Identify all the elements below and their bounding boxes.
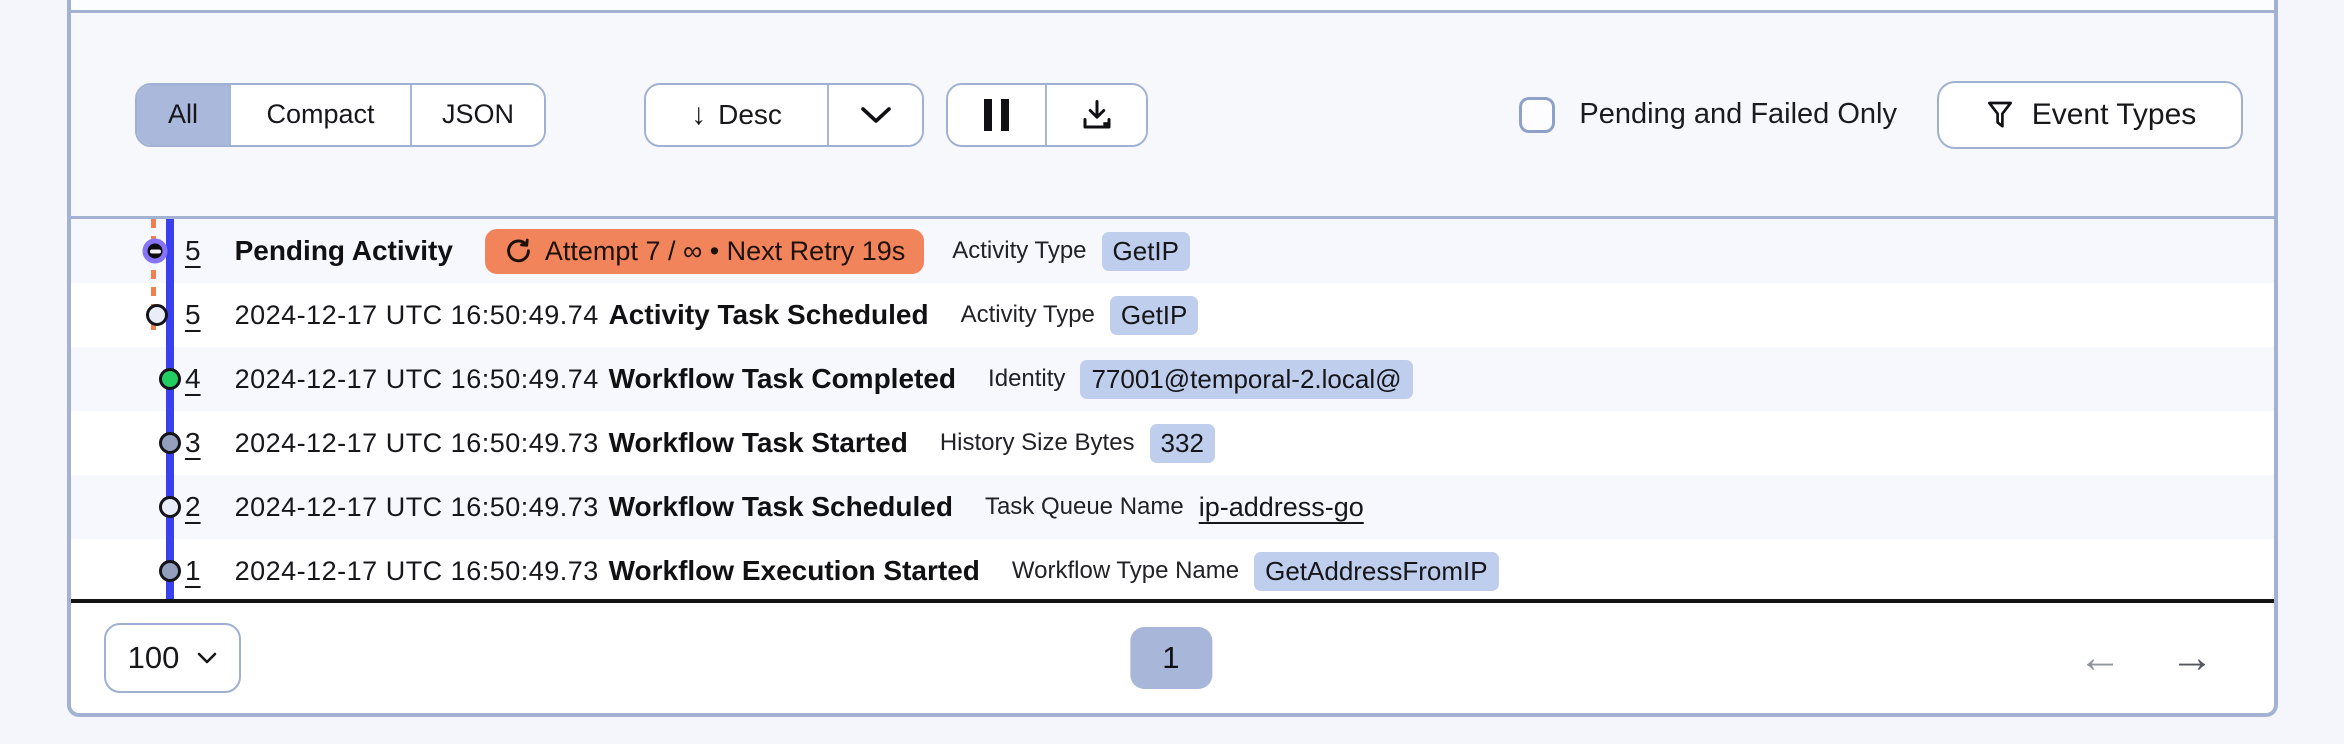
event-name: Workflow Task Scheduled [608,491,953,522]
current-page-button[interactable]: 1 [1129,627,1212,689]
timeline-line [166,219,174,599]
event-id-link[interactable]: 5 [185,235,201,267]
panel-top-divider [71,0,2274,13]
playback-button-group [946,82,1148,147]
event-history-panel: All Compact JSON ↓ Desc Pending and Fail… [67,0,2278,717]
event-row[interactable]: 5 Pending Activity Attempt 7 / ∞ • Next Re… [71,219,2274,283]
retry-status-badge: Attempt 7 / ∞ • Next Retry 19s [484,228,925,274]
event-types-label: Event Types [2031,97,2197,131]
event-id-link[interactable]: 3 [185,427,201,459]
event-marker-open-icon [146,304,168,326]
event-attribute-value: GetIP [1109,295,1199,335]
event-row[interactable]: 2 2024-12-17 UTC 16:50:49.73 Workflow Task… [71,475,2274,539]
pause-icon [984,98,1009,131]
event-id-link[interactable]: 1 [185,555,201,587]
view-tab-json[interactable]: JSON [412,84,544,145]
event-attribute-label: Activity Type [960,301,1095,328]
sort-options-caret-button[interactable] [829,84,922,145]
event-attribute-value: 77001@temporal-2.local@ [1080,359,1413,399]
event-timestamp: 2024-12-17 UTC 16:50:49.73 [234,491,599,522]
event-attribute-value: GetAddressFromIP [1254,551,1499,591]
view-tab-all[interactable]: All [137,84,231,145]
right-arrow-icon[interactable]: → [2170,636,2214,680]
sort-button-group: ↓ Desc [644,82,924,147]
event-attribute-label: Activity Type [952,237,1087,264]
event-attribute-value[interactable]: ip-address-go [1199,492,1364,523]
sort-desc-button[interactable]: ↓ Desc [646,84,829,145]
pause-button[interactable] [948,84,1047,145]
pending-failed-checkbox[interactable] [1519,96,1556,133]
event-history-table: 5 Pending Activity Attempt 7 / ∞ • Next Re… [71,219,2274,603]
event-name: Pending Activity [234,235,453,266]
event-attribute-value: GetIP [1101,231,1190,271]
event-row[interactable]: 1 2024-12-17 UTC 16:50:49.73 Workflow Exec… [71,539,2274,599]
sort-label: Desc [718,98,782,130]
download-button[interactable] [1047,84,1146,145]
pagination-footer: 100 1 ← → [71,603,2274,713]
event-marker-slate-icon [159,560,181,582]
event-row[interactable]: 5 2024-12-17 UTC 16:50:49.74 Activity Task… [71,283,2274,347]
chevron-down-icon [197,652,217,665]
page-size-value: 100 [127,640,180,675]
event-row[interactable]: 4 2024-12-17 UTC 16:50:49.74 Workflow Task… [71,347,2274,411]
left-arrow-icon[interactable]: ← [2078,636,2122,680]
event-marker-pending-icon [142,238,168,264]
event-marker-green-icon [159,368,181,390]
event-name: Workflow Task Completed [608,363,957,394]
event-id-link[interactable]: 4 [185,363,201,395]
view-tab-compact[interactable]: Compact [231,84,412,145]
event-attribute-label: Identity [988,365,1066,392]
retry-text: Attempt 7 / ∞ • Next Retry 19s [544,235,906,266]
pending-failed-filter: Pending and Failed Only [1519,96,1897,133]
event-attribute-label: History Size Bytes [939,429,1135,456]
event-id-link[interactable]: 5 [185,299,201,331]
event-attribute-label: Task Queue Name [984,493,1184,520]
event-row[interactable]: 3 2024-12-17 UTC 16:50:49.73 Workflow Task… [71,411,2274,475]
arrow-down-icon: ↓ [691,97,707,131]
event-timestamp: 2024-12-17 UTC 16:50:49.74 [234,299,599,330]
event-marker-open-icon [159,496,181,518]
event-name: Workflow Task Started [608,427,908,458]
event-timestamp: 2024-12-17 UTC 16:50:49.73 [234,555,599,586]
filter-icon [1984,99,2016,131]
event-marker-slate-icon [159,432,181,454]
download-icon [1078,97,1116,133]
chevron-down-icon [859,105,893,125]
event-history-toolbar: All Compact JSON ↓ Desc Pending and Fail… [71,13,2274,219]
event-timestamp: 2024-12-17 UTC 16:50:49.74 [234,363,599,394]
page-size-select[interactable]: 100 [104,623,241,693]
event-id-link[interactable]: 2 [185,491,201,523]
retry-icon [504,237,533,266]
event-attribute-value: 332 [1149,423,1215,463]
event-name: Activity Task Scheduled [608,299,929,330]
event-attribute-label: Workflow Type Name [1011,557,1240,584]
event-types-button[interactable]: Event Types [1937,80,2243,149]
view-mode-toggle: All Compact JSON [135,82,546,147]
event-timestamp: 2024-12-17 UTC 16:50:49.73 [234,427,599,458]
pending-failed-label: Pending and Failed Only [1579,98,1897,130]
event-name: Workflow Execution Started [608,555,980,586]
